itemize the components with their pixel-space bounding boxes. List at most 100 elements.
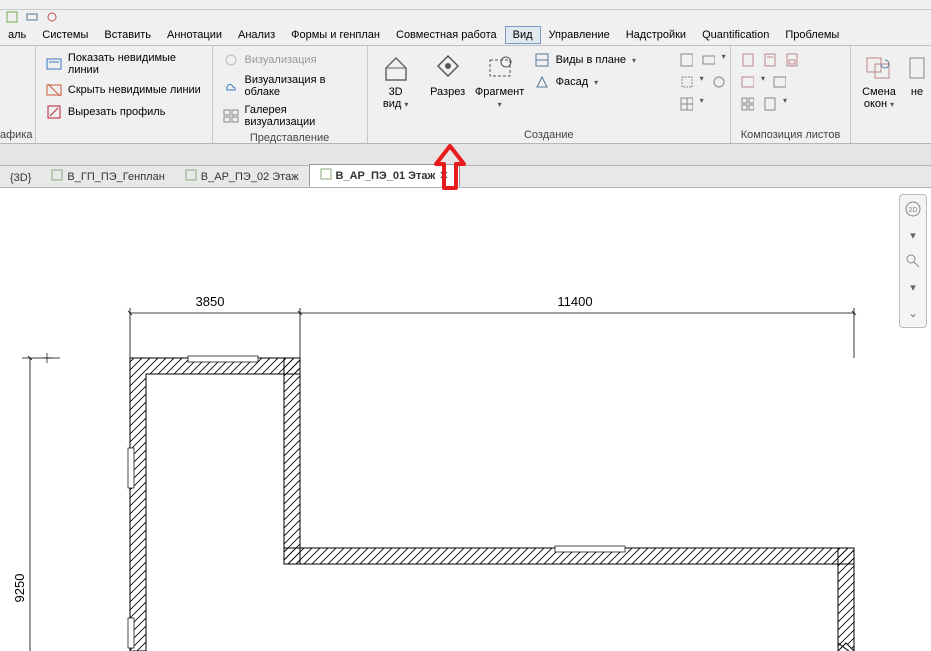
btn-label: Смена — [862, 86, 896, 98]
switch-icon — [863, 52, 895, 84]
sheet-icon[interactable] — [761, 96, 777, 112]
btn-label: Разрез — [430, 86, 465, 98]
btn-label: Показать невидимые линии — [68, 52, 202, 76]
lines-off-icon — [46, 82, 62, 98]
menu-analyze[interactable]: Анализ — [230, 26, 283, 44]
plan-views-button[interactable]: Виды в плане ▾ — [528, 50, 658, 70]
tab-label: {3D} — [10, 172, 31, 184]
chevron-down-icon: ▾ — [700, 96, 704, 112]
ribbon: афика Показать невидимые линии Скрыть не… — [0, 46, 931, 144]
menu-insert[interactable]: Вставить — [96, 26, 159, 44]
chevron-down-icon: ▾ — [632, 56, 636, 65]
show-hidden-lines-button[interactable]: Показать невидимые линии — [40, 50, 208, 78]
menu-issues[interactable]: Проблемы — [777, 26, 847, 44]
btn-label: Вырезать профиль — [68, 106, 166, 118]
render-cloud-button[interactable]: Визуализация в облаке — [217, 72, 363, 100]
panel-label-create: Создание — [372, 127, 726, 143]
plan-icon — [320, 168, 332, 183]
elevation-icon — [534, 74, 550, 90]
chevron-down-icon[interactable]: ▾ — [902, 224, 924, 246]
sheet-icon[interactable] — [771, 74, 787, 90]
chevron-down-icon: ▾ — [498, 100, 502, 109]
plan-icon — [51, 169, 63, 184]
gallery-icon — [223, 108, 239, 124]
small-tool-icon[interactable] — [700, 52, 716, 68]
btn-label: Виды в плане — [556, 54, 626, 66]
small-tool-icon[interactable] — [678, 74, 694, 90]
hide-hidden-lines-button[interactable]: Скрыть невидимые линии — [40, 80, 208, 100]
btn-label: Фасад — [556, 76, 589, 88]
navigation-bar: 2D ▾ ▾ ⌄ — [899, 194, 927, 328]
steering-wheel-icon[interactable]: 2D — [902, 198, 924, 220]
section-icon — [432, 52, 464, 84]
btn-label: 3D — [389, 86, 403, 98]
sheet-icon[interactable] — [783, 52, 799, 68]
menu-view[interactable]: Вид — [505, 26, 541, 44]
switch-windows-button[interactable]: Сменаокон ▾ — [855, 48, 903, 111]
btn-label: Визуализация в облаке — [245, 74, 357, 98]
dim-text: 9250 — [12, 574, 27, 603]
panel-label-graphics2 — [40, 127, 208, 143]
menu-addins[interactable]: Надстройки — [618, 26, 694, 44]
view-tab-3d[interactable]: {3D} — [0, 169, 41, 187]
qat-icon[interactable] — [24, 9, 40, 25]
sheet-icon[interactable] — [739, 52, 755, 68]
partial-button[interactable]: не — [907, 48, 927, 98]
render-gallery-button[interactable]: Галерея визуализации — [217, 102, 363, 130]
small-tool-icon[interactable] — [710, 74, 726, 90]
small-tool-icon[interactable] — [678, 96, 694, 112]
sheet-icon[interactable] — [739, 96, 755, 112]
view-tab-floor1[interactable]: В_АР_ПЭ_01 Этаж ✕ — [309, 164, 460, 187]
panel-label-sheets: Композиция листов — [735, 127, 846, 143]
dim-text: 3850 — [196, 294, 225, 309]
callout-button[interactable]: Фрагмент ▾ — [476, 48, 524, 111]
collapse-icon[interactable]: ⌄ — [902, 302, 924, 324]
chevron-down-icon: ▾ — [700, 74, 704, 90]
house-icon — [380, 52, 412, 84]
elevation-button[interactable]: Фасад ▾ — [528, 72, 658, 92]
title-bar — [0, 0, 931, 10]
chevron-down-icon: ▾ — [594, 78, 598, 87]
view-tab-floor2[interactable]: В_АР_ПЭ_02 Этаж — [175, 166, 309, 187]
view-tabs: {3D} В_ГП_ПЭ_Генплан В_АР_ПЭ_02 Этаж В_А… — [0, 166, 931, 188]
cut-profile-button[interactable]: Вырезать профиль — [40, 102, 208, 122]
zoom-icon[interactable] — [902, 250, 924, 272]
quick-access-toolbar — [0, 10, 931, 24]
view-tab-genplan[interactable]: В_ГП_ПЭ_Генплан — [41, 166, 174, 187]
menu-annotate[interactable]: Аннотации — [159, 26, 230, 44]
menu-massing[interactable]: Формы и генплан — [283, 26, 388, 44]
menu-file[interactable]: аль — [0, 26, 34, 44]
small-tool-icon[interactable] — [678, 52, 694, 68]
cloud-icon — [223, 78, 239, 94]
menu-systems[interactable]: Системы — [34, 26, 96, 44]
btn-label: Скрыть невидимые линии — [68, 84, 201, 96]
btn-label: вид — [383, 98, 401, 110]
btn-label: Галерея визуализации — [245, 104, 357, 128]
qat-icon[interactable] — [4, 9, 20, 25]
menu-bar: аль Системы Вставить Аннотации Анализ Фо… — [0, 24, 931, 46]
btn-label: Фрагмент — [475, 86, 524, 98]
sheet-icon[interactable] — [761, 52, 777, 68]
close-icon[interactable]: ✕ — [439, 169, 448, 182]
menu-quantification[interactable]: Quantification — [694, 26, 777, 44]
panel-label-presentation: Представление — [217, 130, 363, 146]
plan-icon — [185, 169, 197, 184]
tab-label: В_АР_ПЭ_01 Этаж — [336, 170, 436, 182]
qat-icon[interactable] — [44, 9, 60, 25]
panel-label-windows — [855, 127, 927, 143]
chevron-down-icon: ▾ — [722, 52, 726, 68]
chevron-down-icon[interactable]: ▾ — [902, 276, 924, 298]
section-button[interactable]: Разрез — [424, 48, 472, 98]
chevron-down-icon: ▾ — [761, 74, 765, 90]
menu-manage[interactable]: Управление — [541, 26, 618, 44]
callout-icon — [484, 52, 516, 84]
render-button: Визуализация — [217, 50, 363, 70]
sheet-icon[interactable] — [739, 74, 755, 90]
btn-label: окон — [864, 98, 887, 110]
dim-text: 11400 — [557, 294, 592, 309]
drawing-canvas[interactable]: 3850 11400 9250 2D ▾ — [0, 188, 931, 651]
chevron-down-icon: ▾ — [404, 100, 408, 109]
3d-view-button[interactable]: 3Dвид ▾ — [372, 48, 420, 111]
options-bar — [0, 144, 931, 166]
menu-collaborate[interactable]: Совместная работа — [388, 26, 505, 44]
